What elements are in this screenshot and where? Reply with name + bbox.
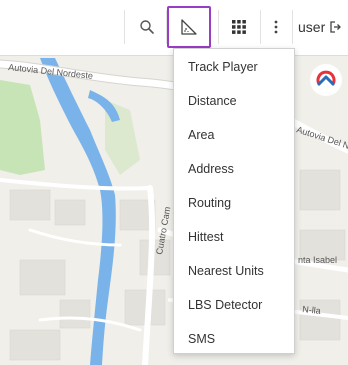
map-label-santa-isabel: nta Isabel — [298, 255, 337, 265]
user-name: user — [298, 19, 326, 35]
menu-item-distance[interactable]: Distance — [174, 84, 294, 118]
menu-item-routing[interactable]: Routing — [174, 186, 294, 220]
search-icon — [140, 20, 154, 34]
map-label-nila: N-lla — [302, 304, 321, 316]
search-button[interactable] — [132, 6, 162, 48]
toolbar-divider — [260, 10, 261, 44]
more-vertical-icon — [274, 20, 278, 34]
toolbar-divider — [218, 10, 219, 44]
brand-logo-icon — [310, 64, 342, 96]
measure-tools-menu: Track Player Distance Area Address Routi… — [173, 48, 295, 354]
menu-item-sms[interactable]: SMS — [174, 322, 294, 356]
menu-item-hittest[interactable]: Hittest — [174, 220, 294, 254]
user-menu-button[interactable]: user — [298, 6, 348, 48]
measure-ruler-icon — [181, 19, 197, 35]
grid-apps-icon — [232, 20, 246, 34]
measure-tools-button[interactable] — [167, 6, 211, 48]
menu-item-address[interactable]: Address — [174, 152, 294, 186]
logout-icon — [330, 21, 342, 33]
menu-item-nearest-units[interactable]: Nearest Units — [174, 254, 294, 288]
apps-button[interactable] — [224, 6, 254, 48]
menu-item-lbs-detector[interactable]: LBS Detector — [174, 288, 294, 322]
menu-item-area[interactable]: Area — [174, 118, 294, 152]
menu-item-track-player[interactable]: Track Player — [174, 50, 294, 84]
toolbar-divider — [292, 10, 293, 44]
more-options-button[interactable] — [264, 6, 288, 48]
toolbar-divider — [124, 10, 125, 44]
